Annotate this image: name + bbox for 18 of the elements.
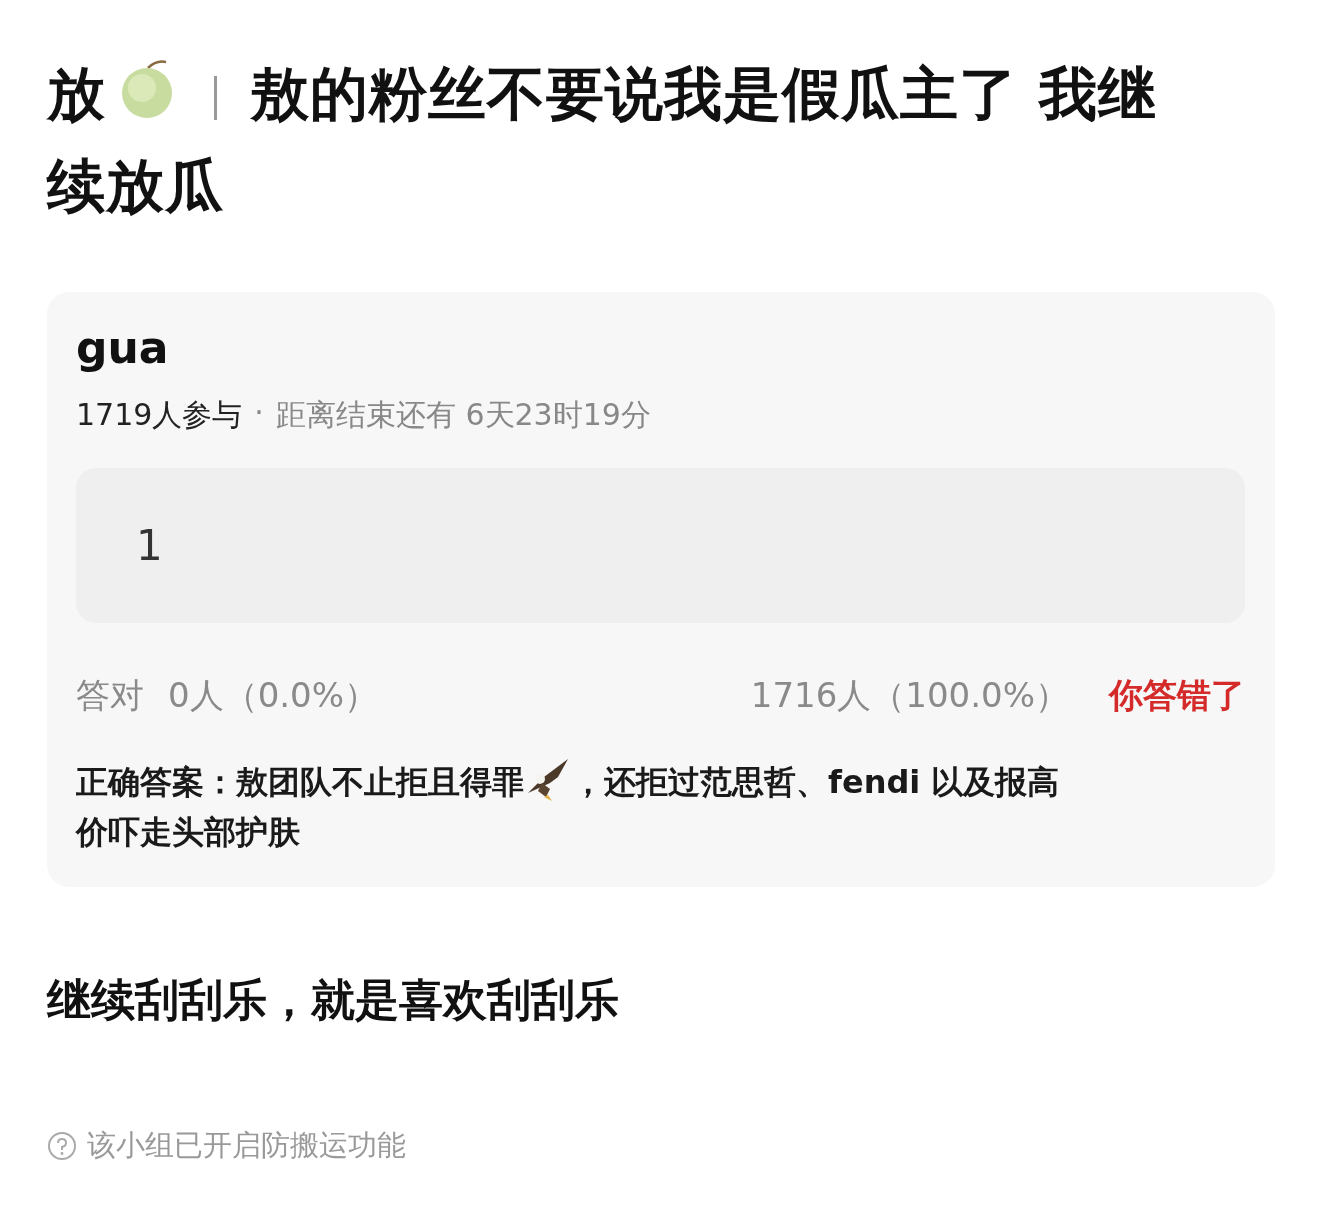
notice-text: 该小组已开启防搬运功能 xyxy=(87,1127,406,1164)
separator-dot: · xyxy=(254,395,264,432)
correct-label: 答对 xyxy=(76,674,144,717)
post-text: 继续刮刮乐，就是喜欢刮刮乐 xyxy=(47,973,620,1027)
poll-option[interactable]: 1 xyxy=(76,468,1245,623)
answer-text: ，还拒过范思哲、fendi 以及报高 xyxy=(572,763,1060,801)
help-icon xyxy=(47,1131,77,1161)
title-text: 敖的粉丝不要说我是假瓜主了 我继 xyxy=(251,60,1158,128)
poll-title: gua xyxy=(76,322,170,373)
title-text: 续放瓜 xyxy=(47,151,224,222)
participant-count: 1719人参与 xyxy=(76,396,243,434)
answer-text: 价吓走头部护肤 xyxy=(76,812,300,853)
title-text: 放 xyxy=(47,60,106,128)
time-remaining: 距离结束还有 6天23时19分 xyxy=(275,396,651,434)
wrong-count: 1716人（100.0%） xyxy=(750,674,1069,717)
result-text: 你答错了 xyxy=(1109,674,1245,717)
correct-count: 0人（0.0%） xyxy=(168,674,378,717)
answer-text: 正确答案：敖团队不止拒且得罪 xyxy=(76,763,524,801)
